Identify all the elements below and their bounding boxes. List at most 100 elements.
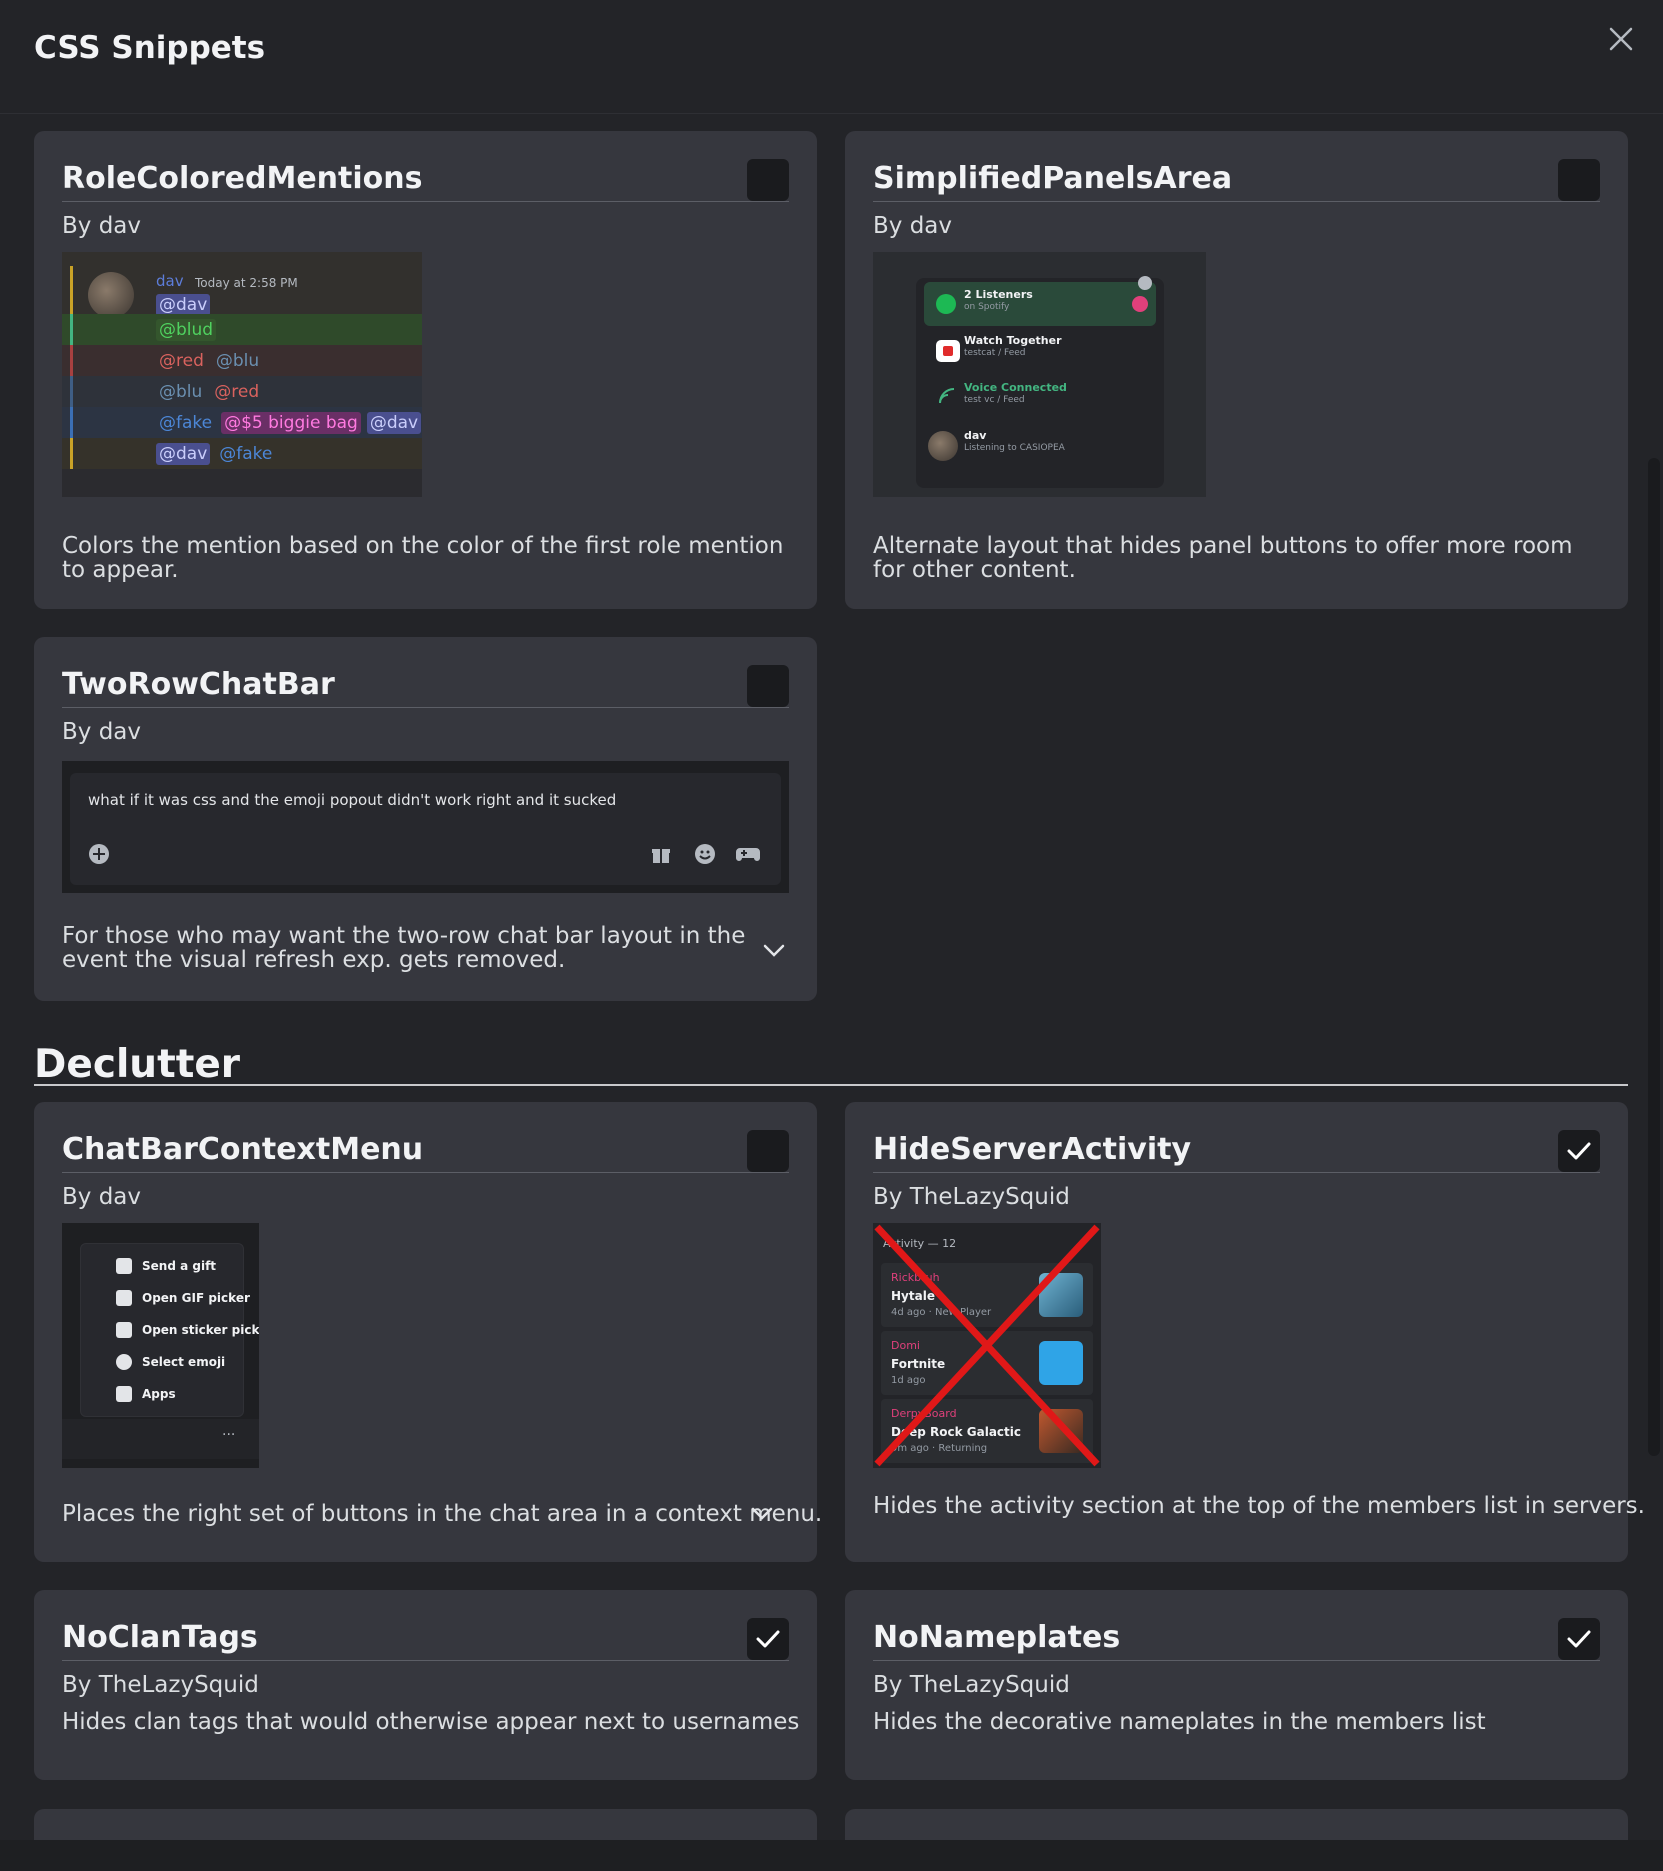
snippet-title: RoleColoredMentions bbox=[62, 161, 423, 196]
message-username: dav bbox=[156, 272, 184, 290]
panel-row-subtitle: on Spotify bbox=[964, 302, 1010, 312]
snippet-card-partial bbox=[34, 1809, 817, 1840]
snippet-description: Alternate layout that hides panel button… bbox=[873, 533, 1573, 583]
panel-row-subtitle: Listening to CASIOPEA bbox=[964, 443, 1065, 453]
mention: @red bbox=[159, 351, 204, 371]
modal-header: CSS Snippets bbox=[0, 0, 1663, 114]
mention: @dav bbox=[156, 443, 211, 465]
gift-icon bbox=[116, 1258, 132, 1274]
snippet-description: Places the right set of buttons in the c… bbox=[62, 1501, 823, 1527]
context-menu-item: Send a gift bbox=[116, 1254, 216, 1278]
section-title-declutter: Declutter bbox=[34, 1042, 241, 1087]
snippet-card-noclantags: NoClanTags By TheLazySquid Hides clan ta… bbox=[34, 1590, 817, 1780]
apps-icon bbox=[116, 1386, 132, 1402]
snippet-description: Hides the activity section at the top of… bbox=[873, 1493, 1645, 1519]
snippet-title: NoNameplates bbox=[873, 1620, 1121, 1655]
snippet-card-rolecoloredmentions: RoleColoredMentions By dav dav Today at … bbox=[34, 131, 817, 609]
snippet-preview-image: dav Today at 2:58 PM @dav @blud @red @blu… bbox=[62, 252, 422, 497]
mention: @blu bbox=[215, 351, 260, 371]
checkmark-icon bbox=[756, 1630, 780, 1648]
snippet-toggle-checkbox[interactable] bbox=[747, 1618, 789, 1660]
panel-row-title: dav bbox=[964, 429, 987, 442]
mention: @blud bbox=[156, 319, 217, 341]
snippet-preview-image: Send a gift Open GIF picker Open sticker… bbox=[62, 1223, 259, 1468]
context-menu-item: Select emoji bbox=[116, 1350, 225, 1374]
snippet-title: NoClanTags bbox=[62, 1620, 258, 1655]
snippet-toggle-checkbox[interactable] bbox=[747, 1130, 789, 1172]
more-options-icon: ··· bbox=[222, 1427, 236, 1443]
snippet-toggle-checkbox[interactable] bbox=[747, 665, 789, 707]
snippet-title: TwoRowChatBar bbox=[62, 667, 335, 702]
panel-row-title: Voice Connected bbox=[964, 381, 1067, 394]
snippet-author: By dav bbox=[62, 1184, 142, 1210]
snippet-toggle-checkbox[interactable] bbox=[1558, 1618, 1600, 1660]
snippet-description: Colors the mention based on the color of… bbox=[62, 533, 784, 583]
gamepad-icon bbox=[736, 848, 760, 861]
mention: @fake bbox=[159, 413, 213, 433]
snippet-card-partial bbox=[845, 1809, 1628, 1840]
snippet-card-tworowchatbar: TwoRowChatBar By dav what if it was css … bbox=[34, 637, 817, 1001]
snippet-author: By TheLazySquid bbox=[873, 1672, 1070, 1698]
close-icon bbox=[1609, 27, 1633, 51]
snippet-card-simplifiedpanelsarea: SimplifiedPanelsArea By dav 2 Listeners … bbox=[845, 131, 1628, 609]
context-menu-item: Open GIF picker bbox=[116, 1286, 250, 1310]
avatar bbox=[88, 272, 134, 318]
snippet-author: By TheLazySquid bbox=[62, 1672, 259, 1698]
emoji-icon bbox=[116, 1354, 132, 1370]
expand-button[interactable] bbox=[758, 935, 790, 967]
chevron-down-icon bbox=[763, 944, 785, 957]
sticker-icon bbox=[116, 1322, 132, 1338]
mention: @dav bbox=[366, 412, 422, 434]
snippet-description: Hides clan tags that would otherwise app… bbox=[62, 1709, 800, 1735]
snippet-title: HideServerActivity bbox=[873, 1132, 1192, 1167]
gift-icon bbox=[652, 849, 670, 863]
snippet-description: For those who may want the two-row chat … bbox=[62, 923, 746, 973]
gif-icon bbox=[116, 1290, 132, 1306]
plus-icon bbox=[89, 844, 109, 864]
listener-avatar bbox=[1132, 296, 1148, 312]
snippets-list[interactable]: RoleColoredMentions By dav dav Today at … bbox=[0, 114, 1663, 1840]
snippet-card-nonameplates: NoNameplates By TheLazySquid Hides the d… bbox=[845, 1590, 1628, 1780]
snippet-author: By dav bbox=[62, 719, 142, 745]
mention: @blu bbox=[159, 382, 203, 402]
snippet-description: Hides the decorative nameplates in the m… bbox=[873, 1709, 1486, 1735]
signal-icon bbox=[938, 387, 956, 405]
checkmark-icon bbox=[1567, 1142, 1591, 1160]
modal-title: CSS Snippets bbox=[34, 30, 266, 66]
panel-row-title: Watch Together bbox=[964, 334, 1062, 347]
chevron-down-icon bbox=[751, 1507, 773, 1520]
snippet-preview-image: Activity — 12 Rickbruh Hytale 4d ago · N… bbox=[873, 1223, 1101, 1468]
snippet-preview-image: 2 Listeners on Spotify Watch Together te… bbox=[873, 252, 1206, 497]
snippet-toggle-checkbox[interactable] bbox=[1558, 1130, 1600, 1172]
panel-row-title: 2 Listeners bbox=[964, 288, 1033, 301]
snippet-title: ChatBarContextMenu bbox=[62, 1132, 424, 1167]
panel-row-subtitle: testcat / Feed bbox=[964, 348, 1026, 358]
mention: @fake bbox=[219, 444, 273, 464]
checkmark-icon bbox=[1567, 1630, 1591, 1648]
scrollbar-thumb[interactable] bbox=[1648, 458, 1660, 1456]
snippet-author: By dav bbox=[62, 213, 142, 239]
section-divider bbox=[34, 1084, 1628, 1086]
spotify-icon bbox=[936, 294, 956, 314]
snippet-author: By dav bbox=[873, 213, 953, 239]
info-icon bbox=[1138, 276, 1152, 290]
emoji-icon bbox=[695, 844, 715, 864]
youtube-icon bbox=[936, 340, 960, 362]
snippet-author: By TheLazySquid bbox=[873, 1184, 1070, 1210]
snippet-preview-image: what if it was css and the emoji popout … bbox=[62, 761, 789, 893]
snippet-card-hideserveractivity: HideServerActivity By TheLazySquid Activ… bbox=[845, 1102, 1645, 1562]
bottom-bar bbox=[0, 1840, 1663, 1871]
mention: @$5 biggie bag bbox=[221, 412, 361, 434]
snippet-title: SimplifiedPanelsArea bbox=[873, 161, 1233, 196]
context-menu-item: Open sticker picker bbox=[116, 1318, 259, 1342]
mention: @red bbox=[214, 382, 260, 402]
context-menu-item: Apps bbox=[116, 1382, 176, 1406]
snippet-toggle-checkbox[interactable] bbox=[1558, 159, 1600, 201]
message-timestamp: Today at 2:58 PM bbox=[195, 276, 298, 290]
panel-row-subtitle: test vc / Feed bbox=[964, 395, 1025, 405]
close-button[interactable] bbox=[1602, 20, 1640, 58]
mention: @dav bbox=[156, 294, 211, 316]
snippet-toggle-checkbox[interactable] bbox=[747, 159, 789, 201]
crossed-out-icon bbox=[874, 1224, 1100, 1467]
expand-button[interactable] bbox=[746, 1498, 778, 1530]
